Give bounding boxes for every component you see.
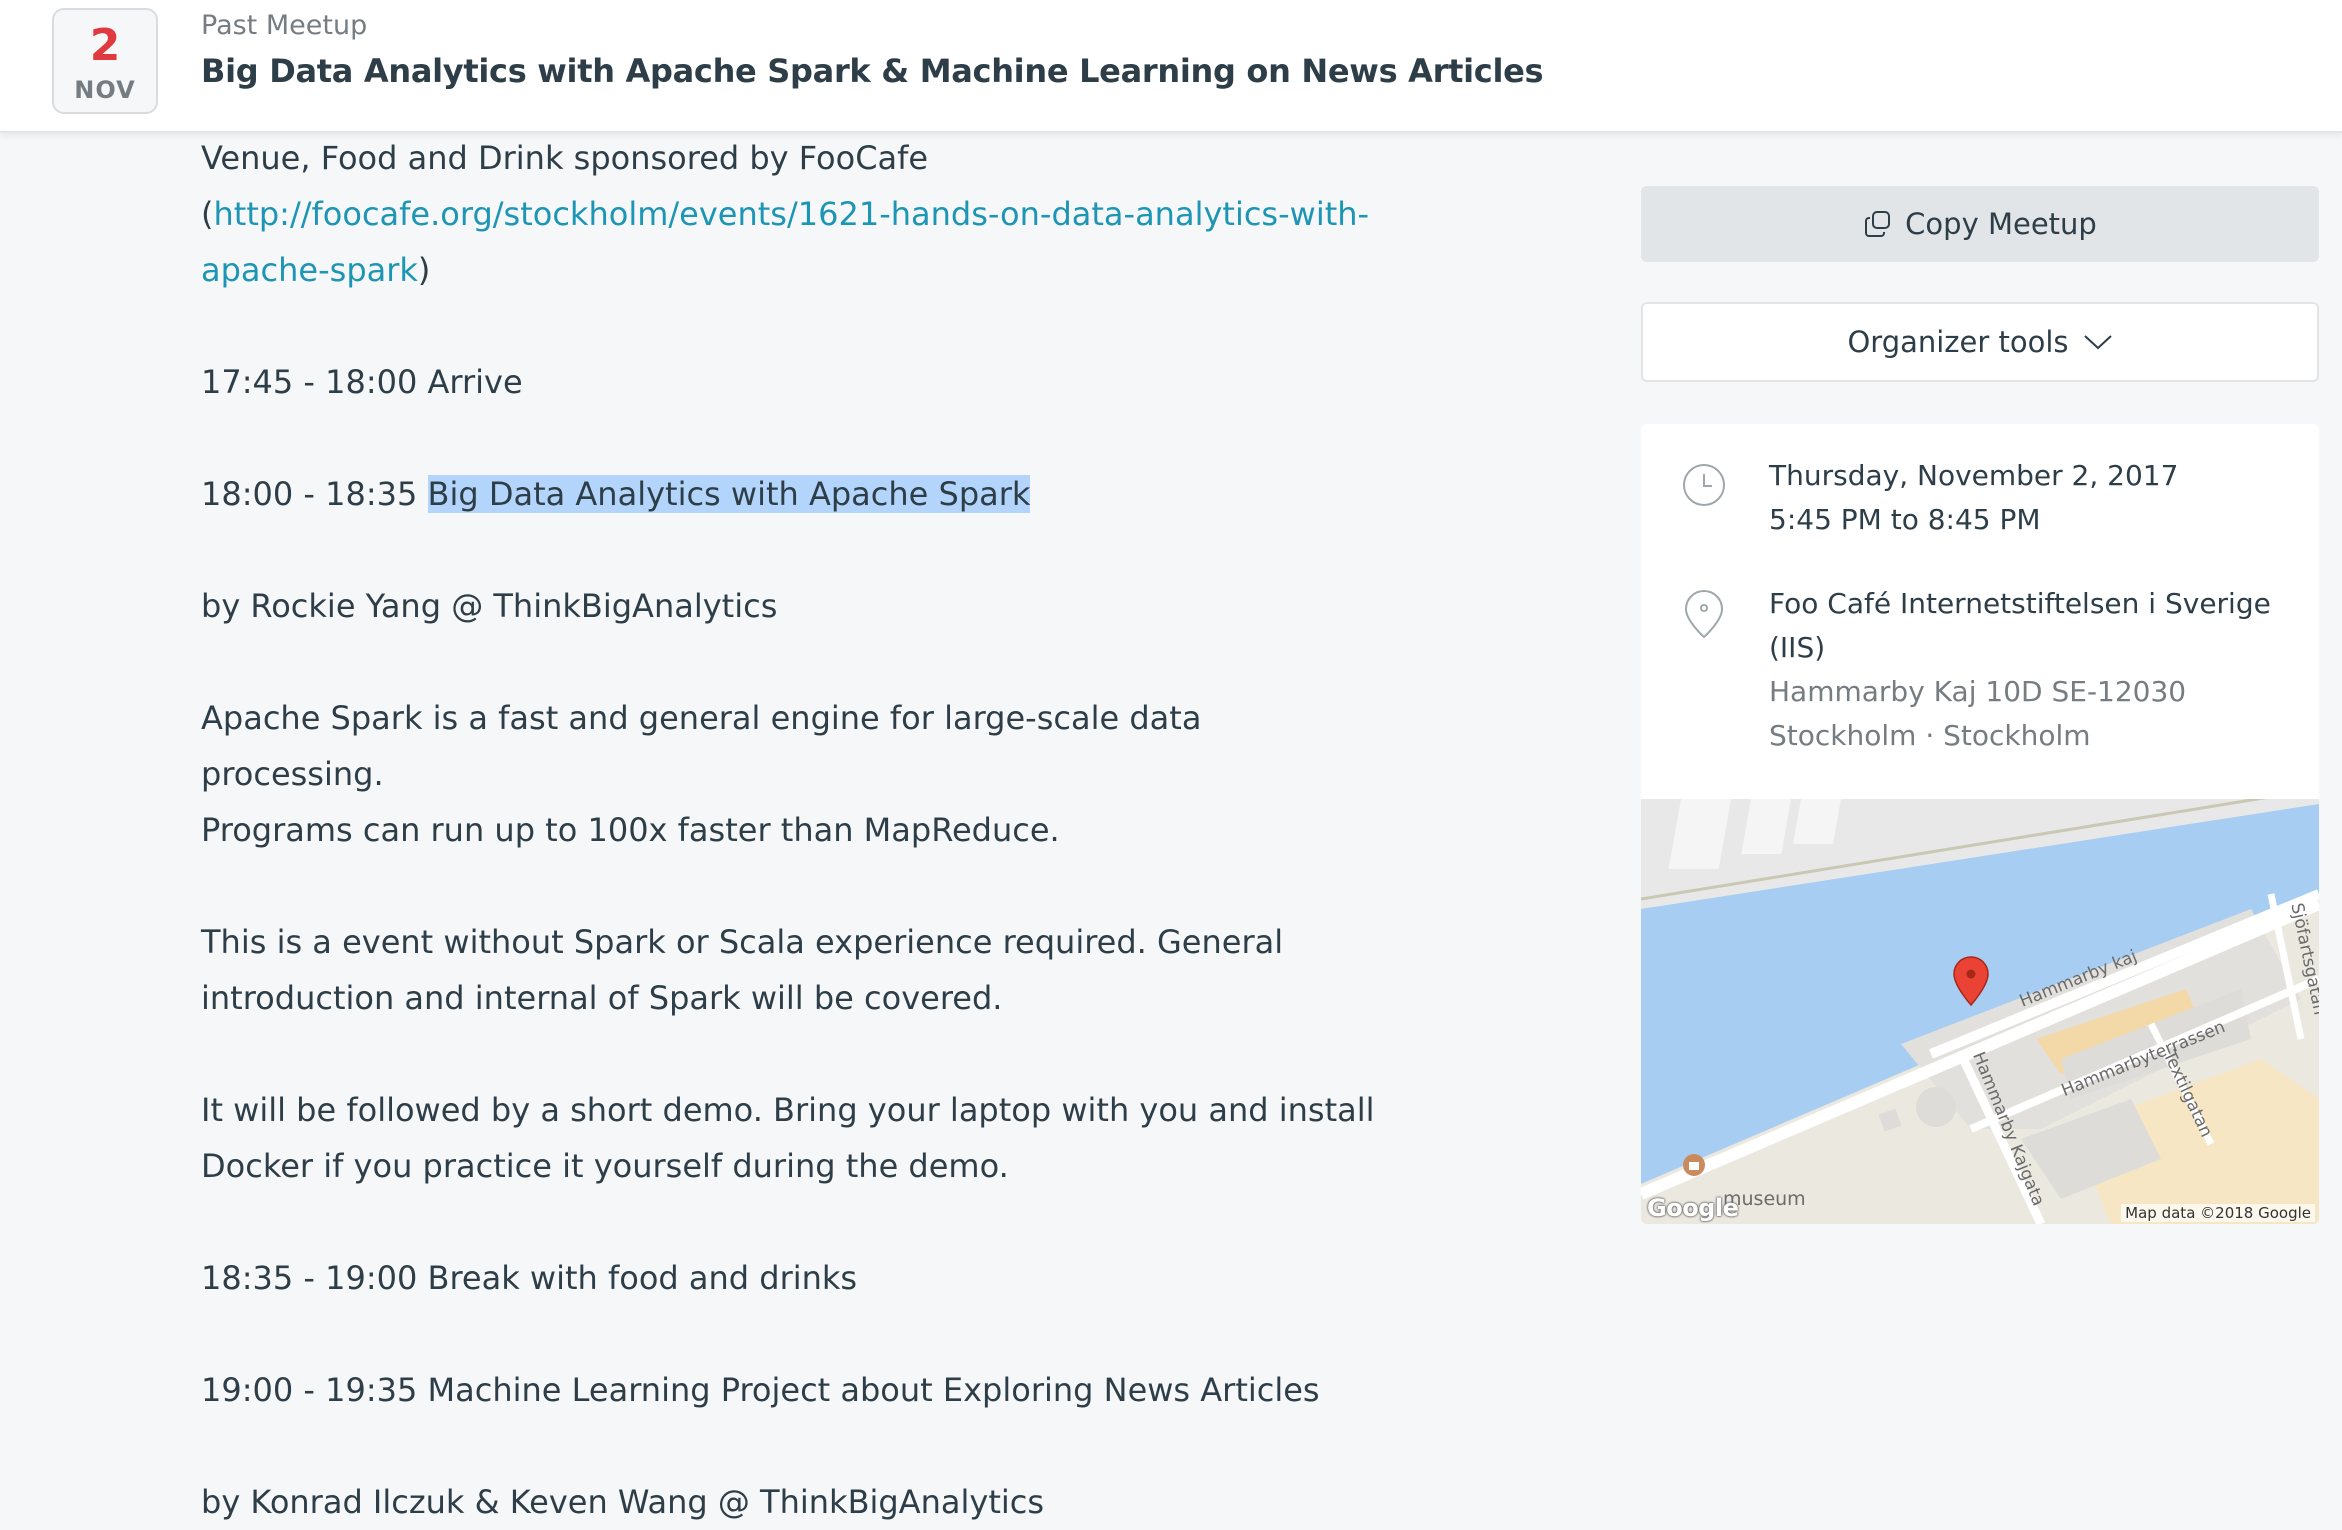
venue-name[interactable]: Foo Café Internetstiftelsen i Sverige (I… xyxy=(1769,582,2299,670)
date-month: NOV xyxy=(74,76,136,104)
spark-line1: Apache Spark is a fast and general engin… xyxy=(201,699,1202,793)
map-graphic xyxy=(1641,799,2319,1224)
date-time-text: Thursday, November 2, 2017 5:45 PM to 8:… xyxy=(1769,454,2299,542)
spark-line2: Programs can run up to 100x faster than … xyxy=(201,811,1060,849)
demo-line2: Docker if you practice it yourself durin… xyxy=(201,1147,1009,1185)
close-paren: ) xyxy=(417,251,431,289)
clock-icon xyxy=(1683,464,1725,506)
event-description: Venue, Food and Drink sponsored by FooCa… xyxy=(201,130,1381,1530)
copy-meetup-button[interactable]: Copy Meetup xyxy=(1641,186,2319,262)
schedule-talk2: 19:00 - 19:35 Machine Learning Project a… xyxy=(201,1371,1320,1409)
talk1-time: 18:00 - 18:35 xyxy=(201,475,428,513)
schedule-break: 18:35 - 19:00 Break with food and drinks xyxy=(201,1259,858,1297)
venue-map[interactable]: Hammarby kaj Hammarbyterrassen Hammarby … xyxy=(1641,799,2319,1224)
sponsor-text: Venue, Food and Drink sponsored by FooCa… xyxy=(201,139,929,177)
schedule-talk1: 18:00 - 18:35 Big Data Analytics with Ap… xyxy=(201,466,1381,522)
address-line2: Stockholm · Stockholm xyxy=(1769,719,2091,752)
organizer-tools-dropdown[interactable]: Organizer tools xyxy=(1641,302,2319,382)
copy-meetup-label: Copy Meetup xyxy=(1905,207,2097,241)
sponsor-link-part1[interactable]: http://foocafe.org/stockholm/events/1621… xyxy=(213,195,1369,233)
demo-paragraph: It will be followed by a short demo. Bri… xyxy=(201,1082,1381,1194)
chevron-down-icon xyxy=(2083,335,2112,350)
schedule-arrive: 17:45 - 18:00 Arrive xyxy=(201,363,523,401)
event-line1: This is a event without Spark or Scala e… xyxy=(201,923,1284,961)
address-line1: Hammarby Kaj 10D SE-12030 xyxy=(1769,675,2187,708)
location-text: Foo Café Internetstiftelsen i Sverige (I… xyxy=(1769,582,2299,758)
sponsor-link-part2[interactable]: apache-spark xyxy=(201,251,418,289)
date-badge: 2 NOV xyxy=(52,8,158,114)
map-attribution[interactable]: Map data ©2018 Google xyxy=(2121,1204,2315,1222)
organizer-tools-label: Organizer tools xyxy=(1847,325,2069,359)
spark-paragraph: Apache Spark is a fast and general engin… xyxy=(201,690,1381,858)
talk1-title-selected: Big Data Analytics with Apache Spark xyxy=(427,475,1031,513)
event-header: 2 NOV Past Meetup Big Data Analytics wit… xyxy=(0,0,2342,133)
google-logo[interactable]: Google xyxy=(1647,1194,1739,1222)
location-pin-icon xyxy=(1684,589,1724,639)
past-meetup-label: Past Meetup xyxy=(201,10,368,41)
sponsor-paragraph: Venue, Food and Drink sponsored by FooCa… xyxy=(201,130,1381,298)
event-line2: introduction and internal of Spark will … xyxy=(201,979,1003,1017)
event-time: 5:45 PM to 8:45 PM xyxy=(1769,503,2041,536)
sponsor-link[interactable]: http://foocafe.org/stockholm/events/1621… xyxy=(201,195,1369,289)
event-paragraph: This is a event without Spark or Scala e… xyxy=(201,914,1381,1026)
open-paren: ( xyxy=(201,195,214,233)
event-date: Thursday, November 2, 2017 xyxy=(1769,459,2179,492)
talk2-speakers: by Konrad Ilczuk & Keven Wang @ ThinkBig… xyxy=(201,1483,1045,1521)
date-day: 2 xyxy=(89,20,121,71)
event-title: Big Data Analytics with Apache Spark & M… xyxy=(201,52,1544,90)
demo-line1: It will be followed by a short demo. Bri… xyxy=(201,1091,1375,1129)
event-info-card: Thursday, November 2, 2017 5:45 PM to 8:… xyxy=(1641,424,2319,1224)
copy-icon xyxy=(1865,211,1891,237)
talk1-speaker: by Rockie Yang @ ThinkBigAnalytics xyxy=(201,587,778,625)
